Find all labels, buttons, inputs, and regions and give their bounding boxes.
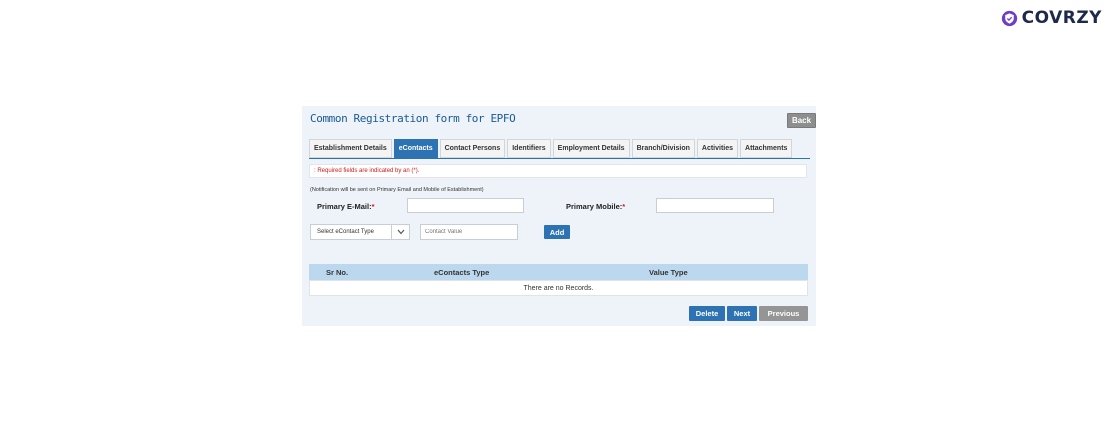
notification-note: (Notification will be sent on Primary Em… [310,187,484,193]
brand-logo: COVRZY [1001,8,1102,28]
required-fields-note: : Required fields are indicated by an (*… [309,164,807,178]
form-title: Common Registration form for EPFO [310,112,516,125]
econtact-type-select[interactable]: Select eContact Type [310,224,410,240]
tab-activities[interactable]: Activities [696,139,739,158]
add-button[interactable]: Add [544,225,570,239]
brand-name: COVRZY [1021,8,1102,28]
primary-email-label: Primary E-Mail:* [317,202,375,211]
tab-establishment-details[interactable]: Establishment Details [309,139,392,158]
primary-mobile-label: Primary Mobile:* [566,202,626,211]
back-button[interactable]: Back [787,113,816,128]
table-empty-message: There are no Records. [309,280,808,296]
tab-identifiers[interactable]: Identifiers [507,139,551,158]
previous-button[interactable]: Previous [759,306,808,321]
primary-mobile-input[interactable] [656,198,774,213]
chevron-down-icon [391,225,409,239]
registration-form-panel: Common Registration form for EPFO Back E… [302,106,816,326]
header-econtacts-type: eContacts Type [434,267,490,277]
tab-attachments[interactable]: Attachments [740,139,793,158]
econtact-type-selected: Select eContact Type [317,229,374,235]
table-header: Sr No. eContacts Type Value Type [309,264,808,280]
next-button[interactable]: Next [727,306,757,321]
tab-branch-division[interactable]: Branch/Division [631,139,695,158]
tab-contact-persons[interactable]: Contact Persons [439,139,506,158]
form-tabs: Establishment Details eContacts Contact … [309,139,793,158]
econtacts-table: Sr No. eContacts Type Value Type There a… [309,264,808,296]
header-sr-no: Sr No. [326,267,349,277]
shield-check-icon [1001,10,1017,26]
tab-employment-details[interactable]: Employment Details [552,139,630,158]
primary-email-input[interactable] [407,198,524,213]
delete-button[interactable]: Delete [689,306,725,321]
tab-divider [309,158,810,159]
tab-econtacts[interactable]: eContacts [393,139,438,158]
contact-value-input[interactable] [420,224,518,240]
header-value-type: Value Type [649,267,688,277]
